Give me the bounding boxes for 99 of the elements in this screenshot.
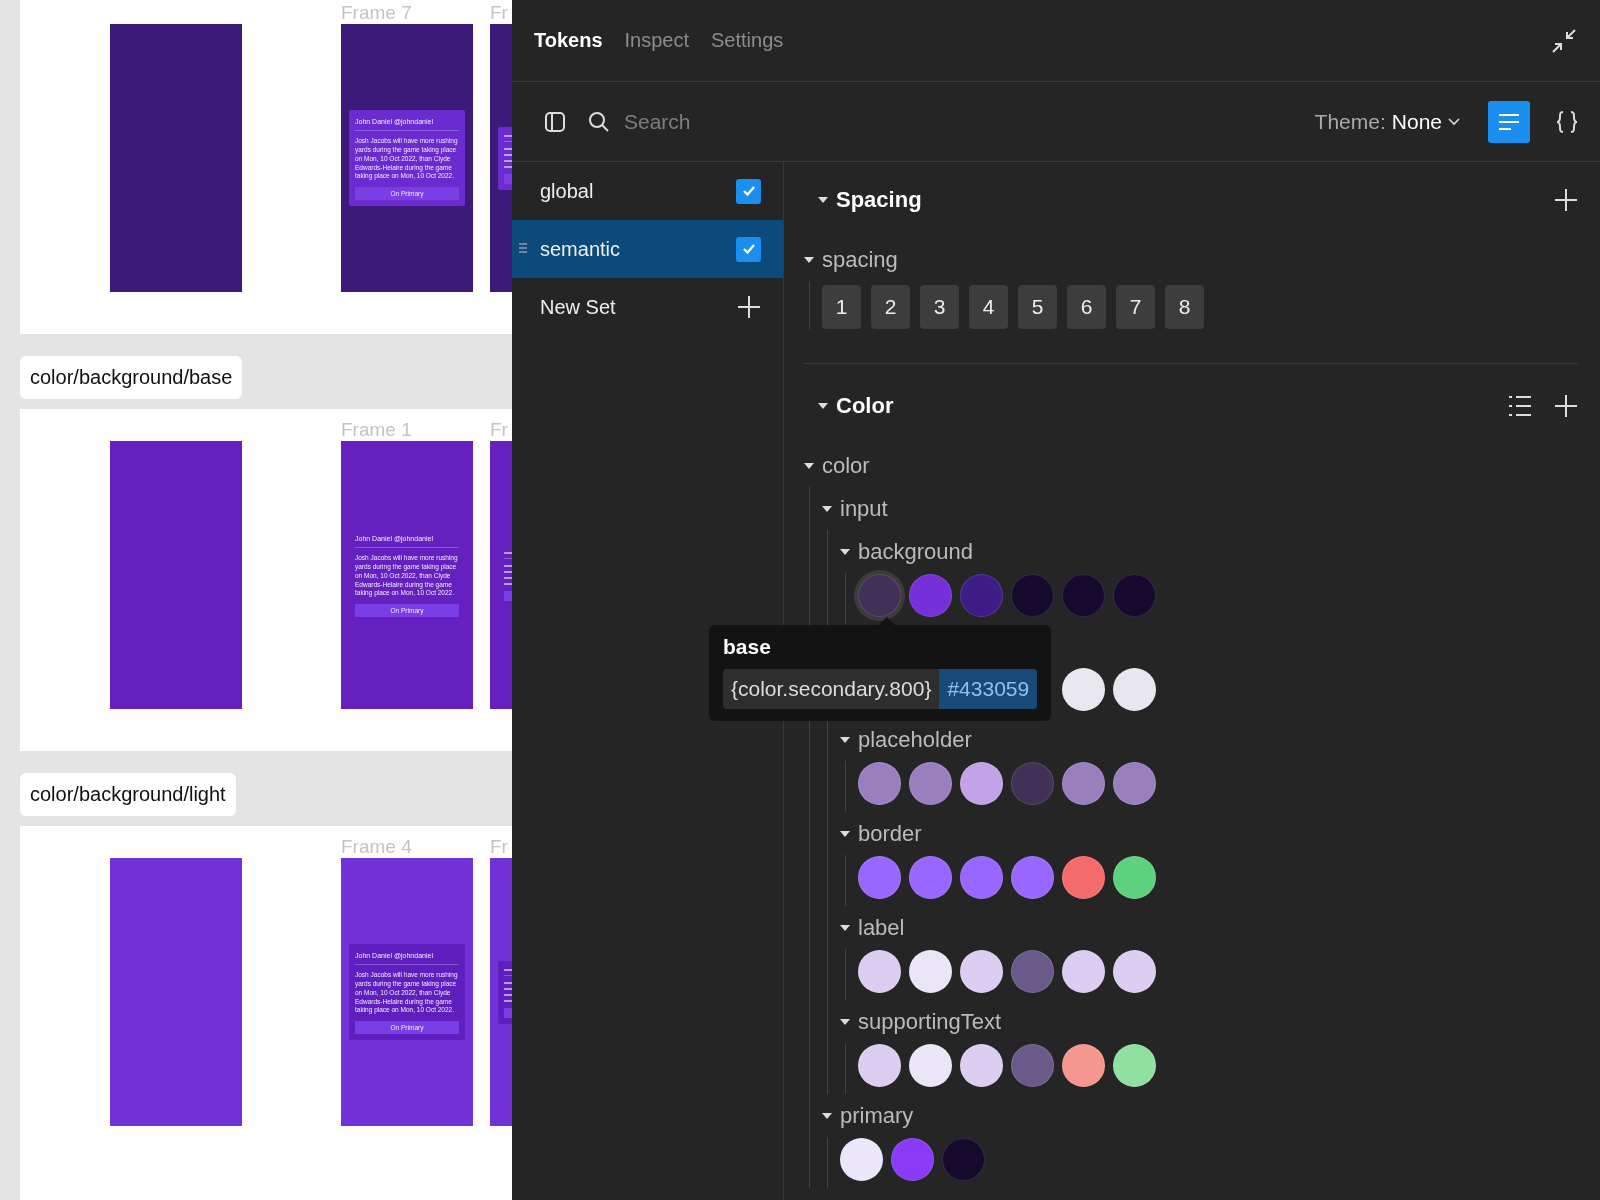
braces-icon <box>1554 108 1580 135</box>
token-chip[interactable]: 4 <box>969 285 1008 329</box>
token-chip[interactable]: 2 <box>871 285 910 329</box>
color-swatch[interactable] <box>909 949 952 993</box>
color-swatch[interactable] <box>840 1137 883 1181</box>
caret-icon[interactable] <box>818 402 828 410</box>
color-swatch[interactable] <box>858 761 901 805</box>
token-chip[interactable]: 5 <box>1018 285 1057 329</box>
color-swatch[interactable] <box>1113 573 1156 617</box>
hex-value: #433059 <box>939 669 1038 709</box>
group-name[interactable]: input <box>840 495 888 522</box>
color-swatch[interactable] <box>909 761 952 805</box>
new-set-label: New Set <box>540 295 617 319</box>
caret-icon[interactable] <box>840 923 850 932</box>
color-swatch[interactable] <box>1011 1043 1054 1087</box>
color-swatch[interactable] <box>960 573 1003 617</box>
color-swatch[interactable] <box>960 1043 1003 1087</box>
section-title[interactable]: Color <box>836 393 894 419</box>
checkmark-icon <box>741 243 756 255</box>
color-swatch[interactable] <box>960 855 1003 899</box>
color-swatch[interactable] <box>1011 949 1054 993</box>
color-swatch[interactable] <box>1011 761 1054 805</box>
list-view-button[interactable] <box>1488 100 1530 143</box>
token-set-item[interactable]: semantic <box>512 220 783 278</box>
add-icon[interactable] <box>1554 188 1578 212</box>
caret-icon[interactable] <box>840 1017 850 1026</box>
group-name[interactable]: placeholder <box>858 726 972 753</box>
color-swatch[interactable] <box>1011 855 1054 899</box>
color-swatch[interactable] <box>1062 855 1105 899</box>
color-swatch[interactable] <box>1062 573 1105 617</box>
token-chip[interactable]: 7 <box>1116 285 1155 329</box>
checkbox[interactable] <box>736 236 761 262</box>
drag-handle-icon[interactable] <box>519 243 527 253</box>
color-swatch[interactable] <box>960 761 1003 805</box>
tab[interactable]: Inspect <box>624 25 690 56</box>
color-swatch[interactable] <box>858 855 901 899</box>
color-swatch[interactable] <box>858 949 901 993</box>
caret-icon[interactable] <box>822 1111 832 1120</box>
token-set-item[interactable]: global <box>512 162 783 220</box>
collapse-icon[interactable] <box>1550 26 1578 55</box>
list-icon[interactable] <box>1508 395 1532 417</box>
section-label: color/background/light <box>20 773 236 816</box>
color-swatch[interactable] <box>909 855 952 899</box>
group-name[interactable]: label <box>858 914 905 941</box>
sidebar-toggle-icon[interactable] <box>544 110 566 133</box>
group-name[interactable]: primary <box>840 1102 914 1129</box>
add-icon[interactable] <box>1554 394 1578 418</box>
caret-icon[interactable] <box>840 829 850 838</box>
token-chip[interactable]: 3 <box>920 285 959 329</box>
checkbox[interactable] <box>736 178 761 204</box>
color-swatch[interactable] <box>891 1137 934 1181</box>
group-name[interactable]: supportingText <box>858 1008 1002 1035</box>
color-swatch[interactable] <box>858 1043 901 1087</box>
section-label: color/background/base <box>20 356 243 399</box>
color-swatch[interactable] <box>909 1043 952 1087</box>
group-name[interactable]: color <box>822 452 870 479</box>
frame-label: Fr <box>490 2 509 24</box>
chevron-down-icon <box>1448 117 1460 126</box>
theme-dropdown[interactable]: Theme: None <box>1314 109 1460 134</box>
token-chip[interactable]: 6 <box>1067 285 1106 329</box>
group-name[interactable]: border <box>858 820 922 847</box>
group-name[interactable]: background <box>858 538 973 565</box>
frame-label: Frame 7 <box>341 2 413 24</box>
color-swatch[interactable] <box>942 1137 985 1181</box>
frame-label: Frame 1 <box>341 419 413 441</box>
caret-icon[interactable] <box>818 196 828 204</box>
color-swatch[interactable] <box>1113 667 1156 711</box>
search-icon <box>588 110 610 133</box>
caret-icon[interactable] <box>822 504 832 513</box>
token-chip[interactable]: 8 <box>1165 285 1204 329</box>
search-field[interactable]: Search <box>622 108 826 135</box>
frame-label: Fr <box>490 836 509 858</box>
tooltip-title: base <box>723 635 772 659</box>
token-chip[interactable]: 1 <box>822 285 861 329</box>
frame-label: Frame 4 <box>341 836 413 858</box>
list-icon <box>1497 111 1521 132</box>
color-swatch[interactable] <box>1062 761 1105 805</box>
tab[interactable]: Settings <box>711 25 784 56</box>
color-swatch[interactable] <box>1062 949 1105 993</box>
caret-icon[interactable] <box>840 547 850 556</box>
color-swatch[interactable] <box>1011 573 1054 617</box>
caret-icon[interactable] <box>804 255 814 264</box>
color-swatch[interactable] <box>1062 1043 1105 1087</box>
color-swatch[interactable] <box>960 949 1003 993</box>
section-title[interactable]: Spacing <box>836 187 922 213</box>
add-icon[interactable] <box>737 295 761 319</box>
color-swatch[interactable] <box>1113 1043 1156 1087</box>
token-reference: {color.secondary.800} <box>730 676 933 702</box>
color-swatch[interactable] <box>909 573 952 617</box>
color-swatch[interactable] <box>1113 855 1156 899</box>
color-swatch[interactable] <box>1113 949 1156 993</box>
color-swatch[interactable] <box>1113 761 1156 805</box>
checkmark-icon <box>741 185 756 197</box>
tab[interactable]: Tokens <box>534 25 603 56</box>
group-name[interactable]: spacing <box>822 246 898 273</box>
frame-label: Fr <box>490 419 509 441</box>
caret-icon[interactable] <box>804 461 814 470</box>
caret-icon[interactable] <box>840 735 850 744</box>
color-swatch[interactable] <box>1062 667 1105 711</box>
